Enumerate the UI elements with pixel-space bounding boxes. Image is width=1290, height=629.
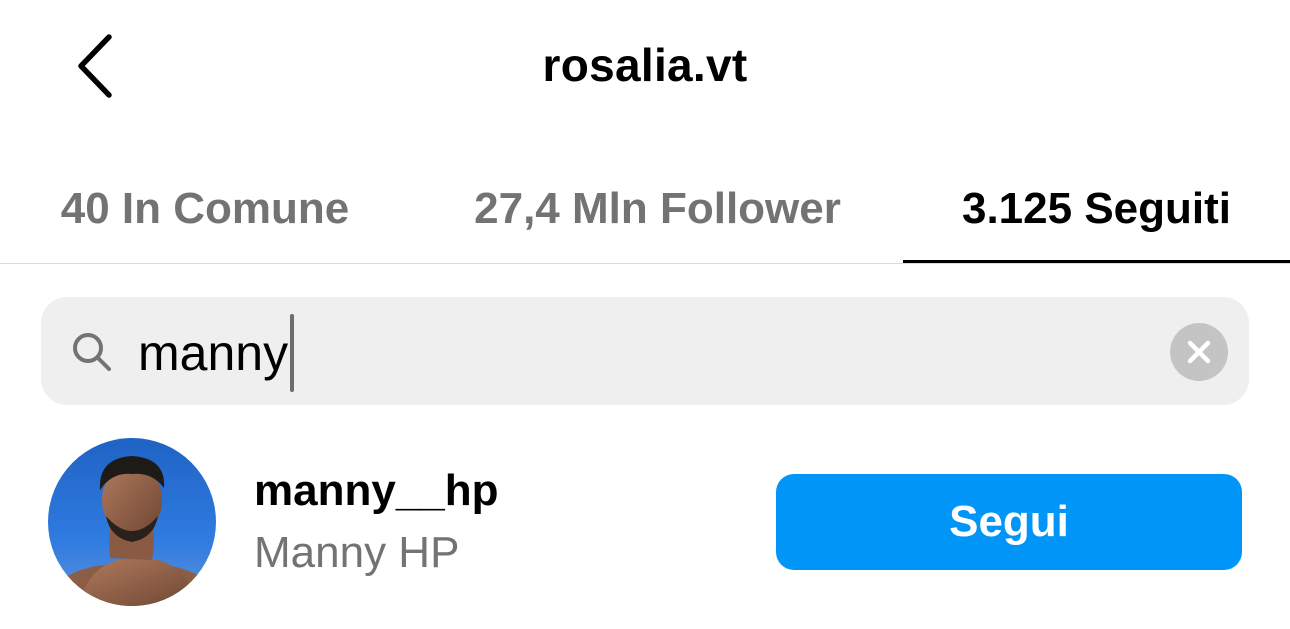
tab-follower[interactable]: 27,4 Mln Follower	[420, 155, 895, 263]
clear-icon	[1187, 340, 1211, 364]
search-input-value: manny	[138, 325, 289, 381]
avatar[interactable]	[48, 438, 216, 606]
result-full-name: Manny HP	[254, 528, 460, 577]
search-icon	[73, 333, 111, 371]
active-tab-indicator	[903, 260, 1290, 263]
tab-bar: 40 In Comune 27,4 Mln Follower 3.125 Seg…	[0, 155, 1290, 264]
result-username[interactable]: manny__hp	[254, 466, 499, 516]
text-caret	[290, 314, 295, 392]
tab-in-comune[interactable]: 40 In Comune	[0, 155, 410, 263]
search-input[interactable]: manny	[138, 314, 295, 392]
page-title: rosalia.vt	[542, 39, 748, 91]
top-bar: rosalia.vt	[0, 0, 1290, 130]
follow-button[interactable]: Segui	[776, 474, 1242, 570]
clear-search-button[interactable]	[1170, 323, 1228, 381]
profile-photo	[48, 438, 216, 606]
tab-seguiti[interactable]: 3.125 Seguiti	[903, 155, 1290, 263]
